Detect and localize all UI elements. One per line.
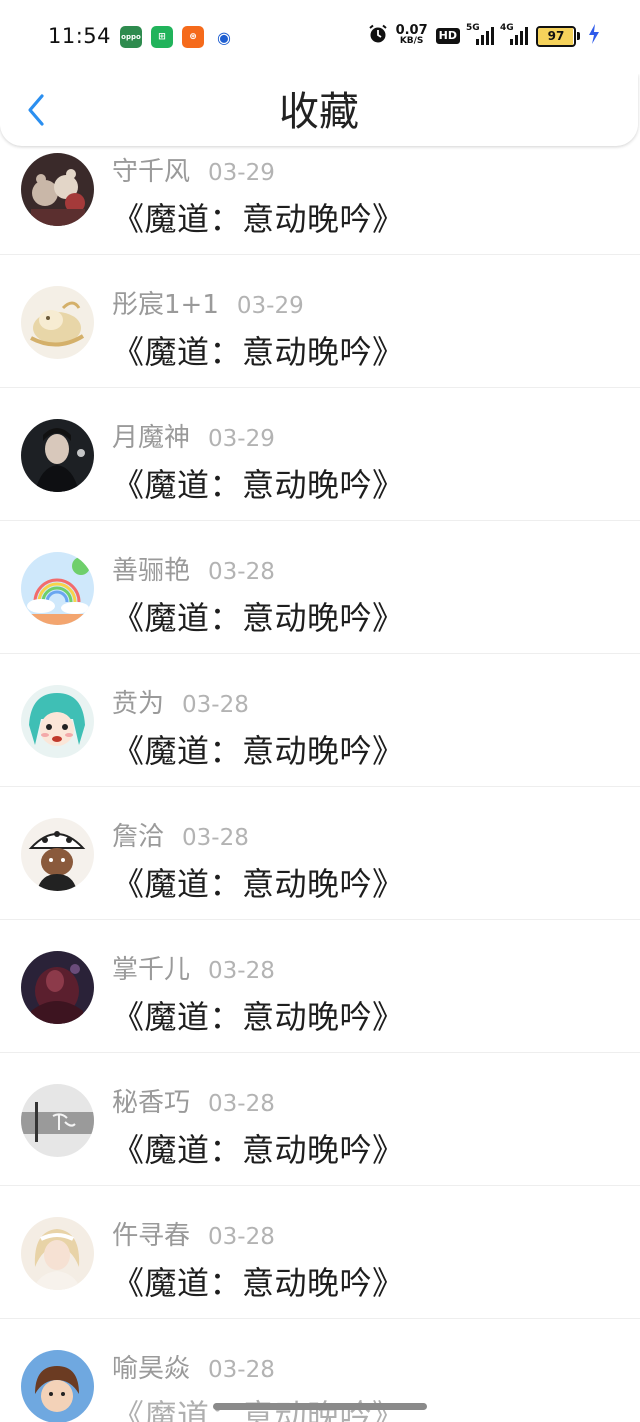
favorite-date: 03-28 bbox=[208, 559, 275, 585]
avatar[interactable] bbox=[21, 286, 94, 359]
list-item[interactable]: 彤宸1+1 03-29 《魔道：意动晚吟》 bbox=[0, 255, 640, 388]
username[interactable]: 秘香巧 bbox=[112, 1082, 190, 1119]
list-item[interactable]: 善骊艳 03-28 《魔道：意动晚吟》 bbox=[0, 521, 640, 654]
avatar[interactable] bbox=[21, 419, 94, 492]
golden-dragon-avatar-image bbox=[21, 286, 94, 359]
item-meta: 喻昊焱 03-28 bbox=[112, 1348, 275, 1385]
item-meta: 掌千儿 03-28 bbox=[112, 949, 275, 986]
battery-level: 97 bbox=[547, 29, 565, 43]
username[interactable]: 仵寻春 bbox=[112, 1215, 190, 1252]
avatar[interactable] bbox=[21, 153, 94, 226]
network-speed: 0.07 KB/S bbox=[395, 23, 428, 46]
avatar[interactable] bbox=[21, 951, 94, 1024]
item-meta: 守千风 03-29 bbox=[112, 151, 275, 188]
page-title: 收藏 bbox=[279, 89, 359, 135]
rainbow-sky-avatar-image bbox=[21, 552, 94, 625]
favorite-date: 03-28 bbox=[182, 692, 249, 718]
dark-portrait-avatar-image bbox=[21, 419, 94, 492]
favorite-title[interactable]: 《魔道：意动晚吟》 bbox=[112, 1125, 405, 1171]
item-meta: 秘香巧 03-28 bbox=[112, 1082, 275, 1119]
item-meta: 仵寻春 03-28 bbox=[112, 1215, 275, 1252]
favorite-date: 03-28 bbox=[182, 825, 249, 851]
notification-app-icons: oppo ⊞ ⊛ ◉ bbox=[120, 26, 235, 48]
top-nav-bar: 收藏 bbox=[0, 74, 638, 146]
favorite-date: 03-28 bbox=[208, 958, 275, 984]
grey-calligraphy-avatar-image bbox=[21, 1084, 94, 1157]
item-meta: 詹洽 03-28 bbox=[112, 816, 249, 853]
item-meta: 月魔神 03-29 bbox=[112, 417, 275, 454]
avatar[interactable] bbox=[21, 552, 94, 625]
list-item[interactable]: 贲为 03-28 《魔道：意动晚吟》 bbox=[0, 654, 640, 787]
list-item[interactable]: 月魔神 03-29 《魔道：意动晚吟》 bbox=[0, 388, 640, 521]
signal-5g-label: 5G bbox=[466, 23, 480, 33]
favorite-title[interactable]: 《魔道：意动晚吟》 bbox=[112, 859, 405, 905]
anime-teal-hair-avatar-image bbox=[21, 685, 94, 758]
favorite-title[interactable]: 《魔道：意动晚吟》 bbox=[112, 726, 405, 772]
avatar[interactable] bbox=[21, 1350, 94, 1422]
signal-5g-icon: 5G bbox=[466, 23, 494, 45]
username[interactable]: 贲为 bbox=[112, 683, 164, 720]
avatar[interactable] bbox=[21, 818, 94, 891]
status-bar: 11:54 oppo ⊞ ⊛ ◉ 0.07 KB/S HD 5G 4G 97 bbox=[0, 0, 640, 74]
favorite-date: 03-29 bbox=[208, 426, 275, 452]
favorite-date: 03-28 bbox=[208, 1224, 275, 1250]
username[interactable]: 彤宸1+1 bbox=[112, 284, 219, 321]
cartoon-spotted-hat-avatar-image bbox=[21, 818, 94, 891]
favorites-screen: 11:54 oppo ⊞ ⊛ ◉ 0.07 KB/S HD 5G 4G 97 收… bbox=[0, 0, 640, 1422]
oppo-store-icon: oppo bbox=[120, 26, 142, 48]
favorite-title[interactable]: 《魔道：意动晚吟》 bbox=[112, 1258, 405, 1304]
avatar[interactable] bbox=[21, 1084, 94, 1157]
favorite-date: 03-29 bbox=[236, 293, 304, 319]
username[interactable]: 月魔神 bbox=[112, 417, 190, 454]
avatar[interactable] bbox=[21, 1217, 94, 1290]
favorite-title[interactable]: 《魔道：意动晚吟》 bbox=[112, 194, 405, 240]
hd-voice-icon: HD bbox=[435, 28, 460, 44]
blonde-girl-avatar-image bbox=[21, 1217, 94, 1290]
charging-icon bbox=[588, 24, 600, 48]
dark-red-art-avatar-image bbox=[21, 951, 94, 1024]
favorite-title[interactable]: 《魔道：意动晚吟》 bbox=[112, 460, 405, 506]
cartoon-boy-avatar-image bbox=[21, 1350, 94, 1422]
username[interactable]: 掌千儿 bbox=[112, 949, 190, 986]
avatar[interactable] bbox=[21, 685, 94, 758]
favorites-list: 守千风 03-29 《魔道：意动晚吟》 彤宸1+1 03-29 《魔道：意动晚吟… bbox=[0, 122, 640, 1422]
plush-toys-avatar-image bbox=[21, 153, 94, 226]
username[interactable]: 守千风 bbox=[112, 151, 190, 188]
favorite-date: 03-29 bbox=[208, 160, 275, 186]
status-time: 11:54 bbox=[48, 24, 112, 48]
alarm-icon bbox=[368, 24, 388, 48]
list-item[interactable]: 秘香巧 03-28 《魔道：意动晚吟》 bbox=[0, 1053, 640, 1186]
list-item[interactable]: 詹洽 03-28 《魔道：意动晚吟》 bbox=[0, 787, 640, 920]
status-indicators: 0.07 KB/S HD 5G 4G 97 bbox=[368, 23, 600, 48]
taobao-icon: ⊛ bbox=[182, 26, 204, 48]
signal-4g-label: 4G bbox=[500, 23, 514, 33]
username[interactable]: 喻昊焱 bbox=[112, 1348, 190, 1385]
username[interactable]: 詹洽 bbox=[112, 816, 164, 853]
network-speed-unit: KB/S bbox=[399, 36, 424, 46]
item-meta: 贲为 03-28 bbox=[112, 683, 249, 720]
item-meta: 彤宸1+1 03-29 bbox=[112, 284, 304, 321]
list-item[interactable]: 掌千儿 03-28 《魔道：意动晚吟》 bbox=[0, 920, 640, 1053]
favorite-title[interactable]: 《魔道：意动晚吟》 bbox=[112, 327, 405, 373]
battery-icon: 97 bbox=[536, 25, 580, 47]
home-indicator[interactable] bbox=[213, 1403, 427, 1410]
favorite-title[interactable]: 《魔道：意动晚吟》 bbox=[112, 992, 405, 1038]
item-meta: 善骊艳 03-28 bbox=[112, 550, 275, 587]
signal-4g-icon: 4G bbox=[500, 23, 528, 45]
favorite-title[interactable]: 《魔道：意动晚吟》 bbox=[112, 593, 405, 639]
payment-icon: ◉ bbox=[213, 26, 235, 48]
favorite-date: 03-28 bbox=[208, 1357, 275, 1383]
favorite-date: 03-28 bbox=[208, 1091, 275, 1117]
network-speed-value: 0.07 bbox=[395, 23, 428, 38]
username[interactable]: 善骊艳 bbox=[112, 550, 190, 587]
market-icon: ⊞ bbox=[151, 26, 173, 48]
list-item[interactable]: 仵寻春 03-28 《魔道：意动晚吟》 bbox=[0, 1186, 640, 1319]
